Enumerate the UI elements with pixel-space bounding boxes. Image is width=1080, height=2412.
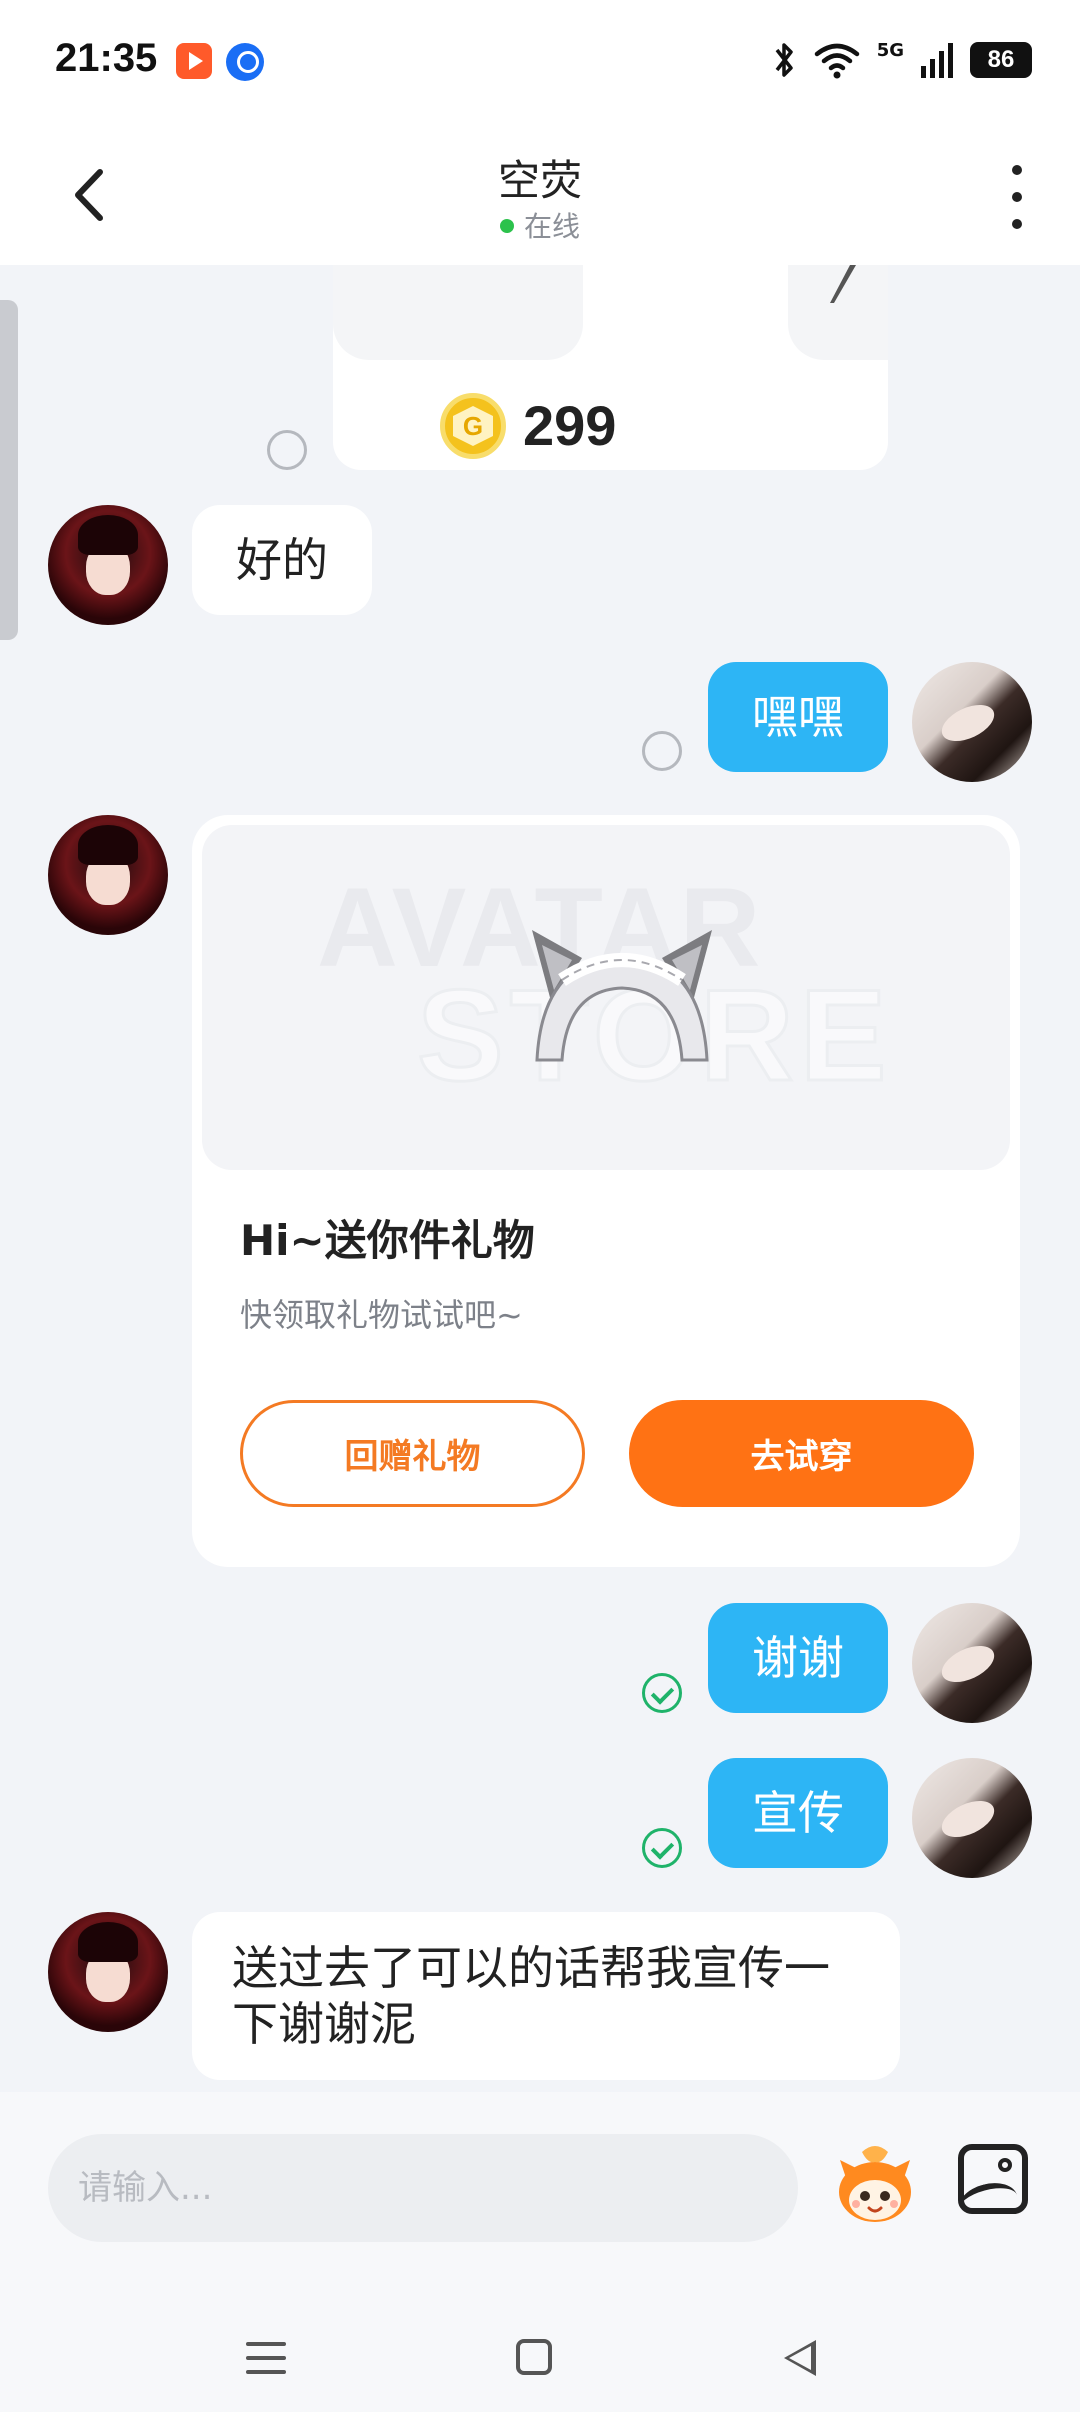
peer-avatar[interactable] (48, 815, 168, 935)
battery-level: 86 (987, 46, 1015, 73)
return-gift-button[interactable]: 回赠礼物 (240, 1400, 585, 1507)
menu-icon (246, 2356, 286, 2360)
gift-thumbnail (788, 265, 888, 360)
message-bubble[interactable]: 宣传 (708, 1758, 888, 1868)
gift-thumbnail (333, 265, 583, 360)
my-avatar[interactable] (912, 1603, 1032, 1723)
gift-card: AVATAR STORE Hi~送你件礼物 快领取礼物试试吧~ 回赠礼物 去试穿 (192, 815, 1020, 1567)
video-app-icon (176, 43, 212, 79)
message-bubble[interactable]: 送过去了可以的话帮我宣传一下谢谢泥 (192, 1912, 900, 2080)
scroll-indicator[interactable] (0, 300, 18, 640)
online-dot-icon (499, 219, 514, 233)
more-options-button[interactable] (1002, 165, 1032, 229)
menu-icon (246, 2342, 286, 2346)
status-icons: 5G 86 (773, 38, 1032, 82)
image-icon (998, 2158, 1012, 2172)
home-button[interactable] (516, 2339, 552, 2375)
gift-image[interactable]: AVATAR STORE (202, 825, 1010, 1170)
system-nav-bar (0, 2302, 1080, 2412)
gift-price-card[interactable]: G 299 (333, 265, 888, 470)
unread-status-icon (642, 731, 682, 771)
message-bubble[interactable]: 谢谢 (708, 1603, 888, 1713)
mascot-emoji-icon (839, 2146, 911, 2222)
gift-title: Hi~送你件礼物 (240, 1216, 535, 1265)
more-dot-icon (1012, 219, 1022, 229)
read-check-icon (642, 1828, 682, 1868)
message-input[interactable] (48, 2134, 798, 2242)
gift-price: 299 (523, 394, 617, 457)
coin-icon: G (440, 393, 506, 459)
gift-subtitle: 快领取礼物试试吧~ (240, 1296, 523, 1334)
peer-avatar[interactable] (48, 505, 168, 625)
online-status: 在线 (0, 205, 1080, 245)
status-time: 21:35 (55, 36, 158, 80)
unread-status-icon (267, 430, 307, 470)
chat-header: 空荧 在线 (0, 125, 1080, 265)
recent-apps-button[interactable] (246, 2342, 286, 2374)
image-icon (964, 2176, 1022, 2208)
location-app-icon (226, 43, 264, 81)
system-back-button[interactable] (784, 2340, 816, 2376)
read-check-icon (642, 1673, 682, 1713)
battery-icon: 86 (970, 42, 1032, 78)
image-picker-button[interactable] (958, 2144, 1028, 2214)
menu-icon (246, 2370, 286, 2374)
my-avatar[interactable] (912, 662, 1032, 782)
more-dot-icon (1012, 192, 1022, 202)
cat-ear-headband-icon (532, 930, 712, 1062)
signal-icon (921, 43, 953, 78)
message-bubble[interactable]: 好的 (192, 505, 372, 615)
wifi-icon (814, 43, 859, 79)
pen-icon (830, 265, 856, 303)
more-dot-icon (1012, 165, 1022, 175)
bluetooth-icon (775, 43, 793, 77)
my-avatar[interactable] (912, 1758, 1032, 1878)
emoji-button[interactable] (832, 2140, 918, 2226)
online-status-label: 在线 (523, 210, 580, 243)
peer-avatar[interactable] (48, 1912, 168, 2032)
message-bubble[interactable]: 嘿嘿 (708, 662, 888, 772)
status-bar: 21:35 5G 86 (0, 0, 1080, 125)
try-on-button[interactable]: 去试穿 (629, 1400, 974, 1507)
contact-name: 空荧 (497, 156, 582, 205)
network-type: 5G (876, 39, 904, 61)
